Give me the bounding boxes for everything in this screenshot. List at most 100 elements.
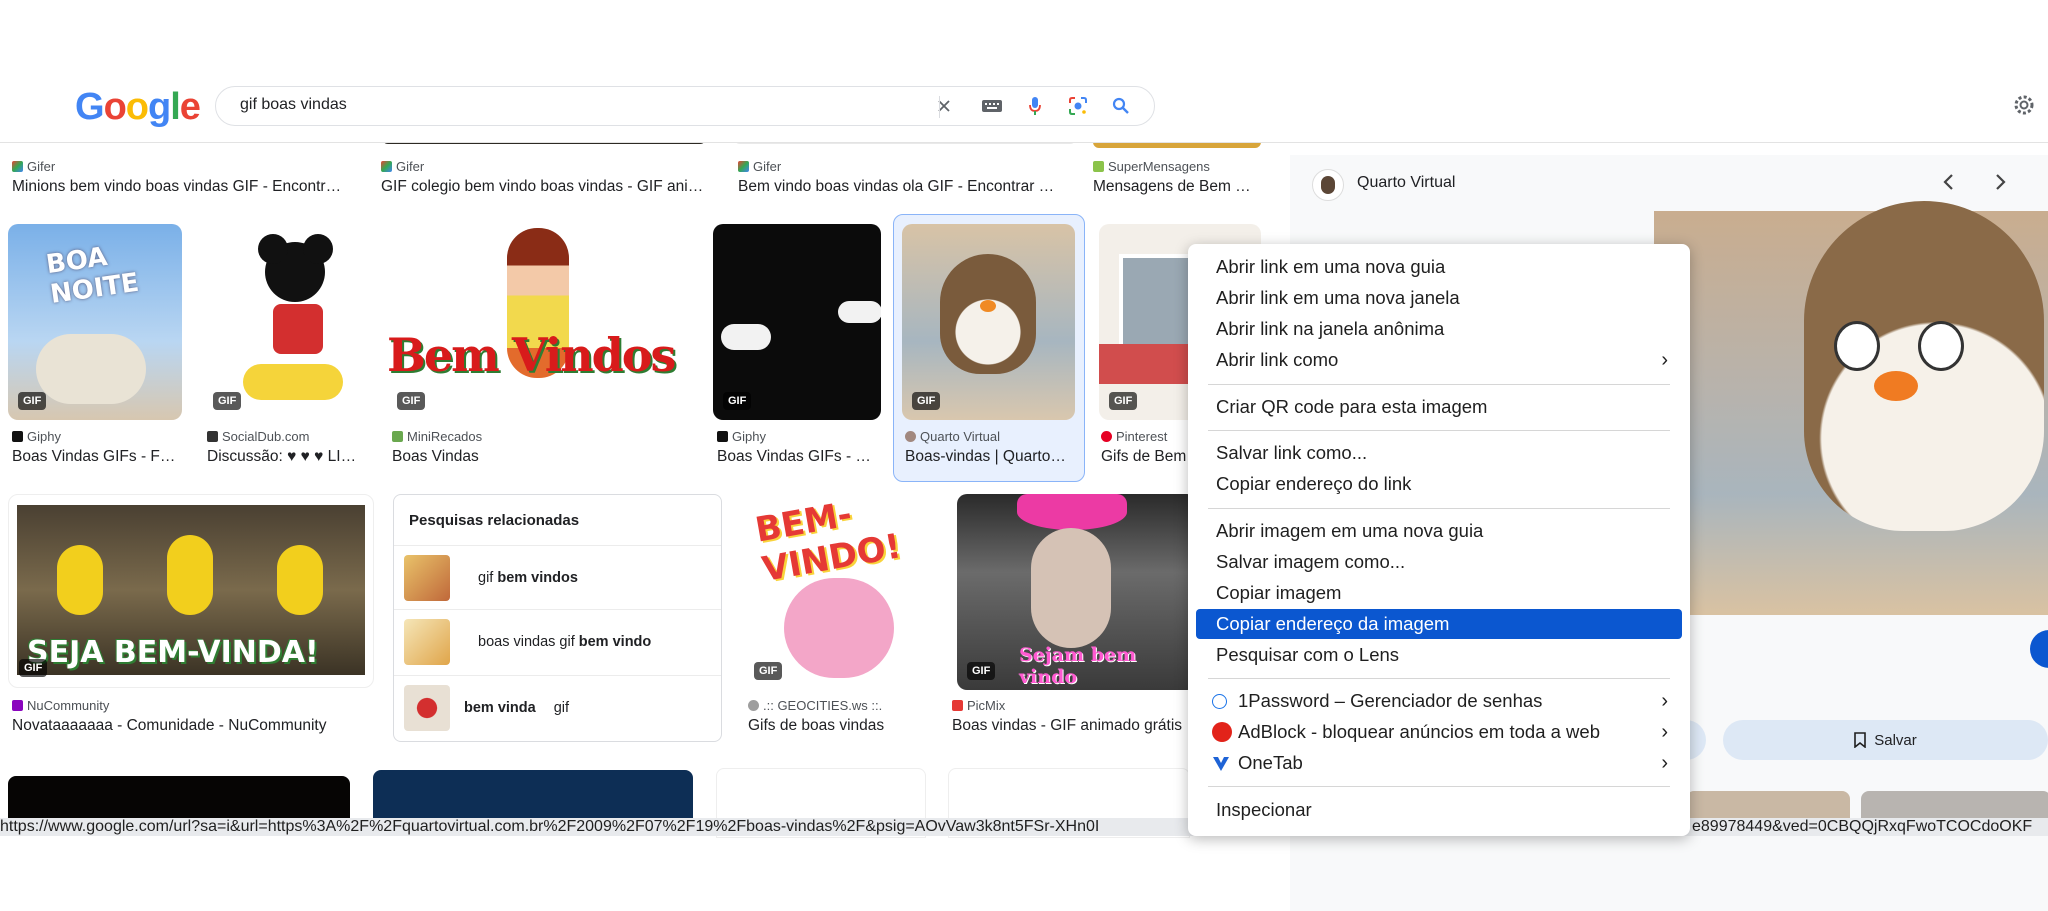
preview-image-penguin[interactable] — [1654, 201, 2048, 615]
lens-icon[interactable] — [1066, 94, 1090, 118]
minion-art — [277, 545, 323, 615]
menu-open-link-as[interactable]: Abrir link como › — [1196, 345, 1682, 375]
previous-image-icon[interactable] — [1938, 170, 1960, 199]
result-title[interactable]: Boas Vindas — [392, 448, 682, 466]
source-label: Gifer — [396, 159, 425, 174]
result-image-picmix[interactable]: Sejam bem vindo GIF — [957, 494, 1197, 690]
image-caption: SEJA BEM-VINDA! — [27, 635, 319, 670]
settings-gear-icon[interactable] — [2012, 93, 2036, 122]
keyboard-icon[interactable] — [980, 94, 1004, 118]
result-title[interactable]: Boas vindas - GIF animado grátis — [952, 717, 1192, 735]
menu-save-image-as[interactable]: Salvar imagem como... — [1196, 547, 1682, 577]
related-search-item[interactable]: boas vindas gif bem vindo — [394, 609, 721, 674]
result-source[interactable]: SocialDub.com — [207, 429, 309, 444]
next-image-icon[interactable] — [1989, 170, 2011, 199]
google-logo[interactable]: Google — [75, 86, 201, 129]
gif-badge: GIF — [1109, 392, 1138, 410]
result-image-minions[interactable]: SEJA BEM-VINDA! GIF — [8, 494, 374, 688]
source-label: PicMix — [967, 698, 1006, 713]
result-image-mickey[interactable]: GIF — [203, 224, 365, 420]
menu-open-link-incognito[interactable]: Abrir link na janela anônima — [1196, 314, 1682, 344]
result-title[interactable]: Boas-vindas | Quarto… — [905, 448, 1075, 466]
result-source[interactable]: Giphy — [12, 429, 61, 444]
quarto-virtual-logo — [1312, 169, 1344, 201]
menu-inspect[interactable]: Inspecionar — [1196, 795, 1682, 825]
result-source[interactable]: Gifer — [12, 159, 55, 174]
menu-item-label: 1Password – Gerenciador de senhas — [1238, 690, 1543, 711]
result-image-clouds[interactable]: GIF — [713, 224, 881, 420]
penguin-beak — [1874, 371, 1918, 401]
menu-separator — [1208, 508, 1670, 509]
result-title[interactable]: Mensagens de Bem … — [1093, 178, 1263, 196]
penguin-eye — [1834, 321, 1880, 371]
search-box — [215, 86, 1155, 126]
search-icon[interactable] — [1109, 94, 1133, 118]
result-image-elephant[interactable]: BEM-VINDO! GIF — [744, 494, 926, 690]
result-source[interactable]: Pinterest — [1101, 429, 1167, 444]
result-source[interactable]: NuCommunity — [12, 698, 109, 713]
menu-onetab[interactable]: OneTab › — [1196, 748, 1682, 778]
result-title[interactable]: Boas Vindas GIFs - … — [717, 448, 877, 466]
result-title[interactable]: GIF colegio bem vindo boas vindas - GIF … — [381, 178, 711, 196]
result-source[interactable]: .:: GEOCITIES.ws ::. — [748, 698, 882, 713]
related-searches-box: Pesquisas relacionadas gif bem vindos bo… — [393, 494, 722, 742]
menu-copy-image-address[interactable]: Copiar endereço da imagem — [1196, 609, 1682, 639]
menu-open-image-new-tab[interactable]: Abrir imagem em uma nova guia — [1196, 516, 1682, 546]
chevron-right-icon: › — [1661, 349, 1668, 371]
menu-separator — [1208, 430, 1670, 431]
result-image-penguin[interactable]: GIF — [902, 224, 1075, 420]
result-title[interactable]: Gifs de boas vindas — [748, 717, 928, 735]
menu-item-label: Pesquisar com o Lens — [1216, 644, 1400, 665]
search-input[interactable] — [238, 95, 902, 115]
result-source[interactable]: MiniRecados — [392, 429, 482, 444]
menu-open-link-new-window[interactable]: Abrir link em uma nova janela — [1196, 283, 1682, 313]
menu-separator — [1208, 786, 1670, 787]
cloud-art — [721, 324, 771, 350]
panel-source-name[interactable]: Quarto Virtual — [1357, 174, 1455, 192]
result-image-boa-noite[interactable]: BOA NOITE GIF — [8, 224, 182, 420]
menu-search-with-lens[interactable]: Pesquisar com o Lens — [1196, 640, 1682, 670]
result-title[interactable]: Gifs de Bem — [1101, 448, 1191, 466]
visit-primary-button[interactable] — [2030, 630, 2048, 668]
related-search-item[interactable]: bem vinda gif — [394, 675, 721, 740]
related-search-item[interactable]: gif bem vindos — [394, 545, 721, 610]
result-image-bem-vindos[interactable]: Bem Vindos GIF — [387, 224, 691, 420]
result-source[interactable]: Quarto Virtual — [905, 429, 1000, 444]
result-source[interactable]: PicMix — [952, 698, 1005, 713]
menu-save-link-as[interactable]: Salvar link como... — [1196, 438, 1682, 468]
related-heading: Pesquisas relacionadas — [409, 512, 580, 529]
elephant-art — [36, 334, 146, 404]
menu-copy-image[interactable]: Copiar imagem — [1196, 578, 1682, 608]
socialdub-icon — [207, 431, 218, 442]
source-label: Gifer — [753, 159, 782, 174]
pinterest-icon — [1101, 431, 1112, 442]
minion-art — [167, 535, 213, 615]
result-title[interactable]: Discussão: ♥ ♥ ♥ LI… — [207, 448, 367, 466]
save-button[interactable]: Salvar — [1723, 720, 2048, 760]
result-source[interactable]: SuperMensagens — [1093, 159, 1210, 174]
woman-art — [1031, 528, 1111, 648]
mickey-ear — [303, 234, 333, 264]
result-source[interactable]: Giphy — [717, 429, 766, 444]
result-source[interactable]: Gifer — [738, 159, 781, 174]
mickey-shoes — [243, 364, 343, 400]
menu-separator — [1208, 384, 1670, 385]
clear-icon[interactable] — [932, 94, 956, 118]
menu-item-label: Abrir link em uma nova guia — [1216, 256, 1446, 277]
microphone-icon[interactable] — [1023, 94, 1047, 118]
result-title[interactable]: Minions bem vindo boas vindas GIF - Enco… — [12, 178, 352, 196]
picmix-icon — [952, 700, 963, 711]
related-thumb — [404, 685, 450, 731]
giphy-icon — [12, 431, 23, 442]
menu-open-link-new-tab[interactable]: Abrir link em uma nova guia — [1196, 252, 1682, 282]
menu-adblock[interactable]: AdBlock - bloquear anúncios em toda a we… — [1196, 717, 1682, 747]
result-title[interactable]: Bem vindo boas vindas ola GIF - Encontra… — [738, 178, 1068, 196]
source-label: Giphy — [27, 429, 61, 444]
source-label: NuCommunity — [27, 698, 110, 713]
menu-copy-link-address[interactable]: Copiar endereço do link — [1196, 469, 1682, 499]
menu-1password[interactable]: 1Password – Gerenciador de senhas › — [1196, 686, 1682, 716]
result-source[interactable]: Gifer — [381, 159, 424, 174]
menu-create-qr-code[interactable]: Criar QR code para esta imagem — [1196, 392, 1682, 422]
result-title[interactable]: Novataaaaaaa - Comunidade - NuCommunity — [12, 717, 372, 735]
result-title[interactable]: Boas Vindas GIFs - F… — [12, 448, 182, 466]
